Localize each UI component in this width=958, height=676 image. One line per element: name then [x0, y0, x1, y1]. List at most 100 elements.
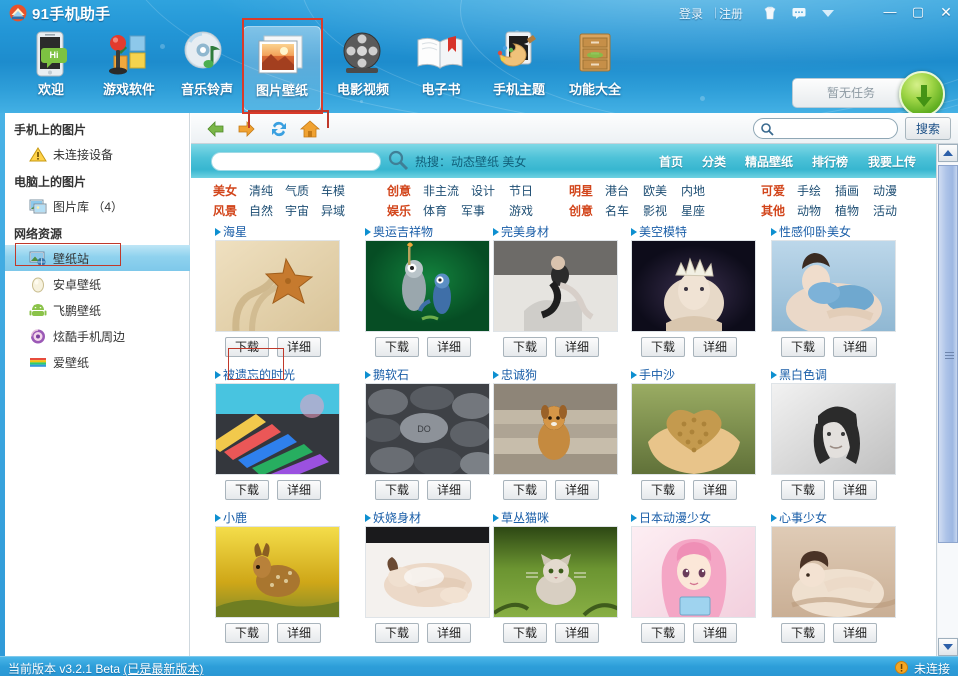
wallpaper-title[interactable]: 美空模特 — [639, 223, 687, 240]
category-head-star[interactable]: 明星 — [569, 182, 593, 199]
dropdown-icon[interactable] — [818, 3, 838, 23]
category-tag[interactable]: 动物 — [797, 202, 821, 219]
wallpaper-thumbnail[interactable] — [215, 526, 340, 618]
category-tag[interactable]: 欧美 — [643, 182, 667, 199]
message-icon[interactable] — [789, 3, 809, 23]
detail-button[interactable]: 详细 — [277, 623, 321, 643]
download-button[interactable]: 下载 — [641, 623, 685, 643]
skin-icon[interactable] — [760, 3, 780, 23]
wallpaper-thumbnail[interactable] — [631, 240, 756, 332]
scrollbar-track[interactable] — [938, 163, 958, 637]
category-tag[interactable]: 清纯 — [249, 182, 273, 199]
toolbar-item-ebook[interactable]: 电子书 — [402, 26, 480, 111]
category-tag[interactable]: 气质 — [285, 182, 309, 199]
download-button[interactable]: 下载 — [503, 480, 547, 500]
wallpaper-thumbnail[interactable] — [215, 240, 340, 332]
category-tag[interactable]: 非主流 — [423, 182, 459, 199]
minimize-button[interactable]: — — [878, 2, 902, 22]
detail-button[interactable]: 详细 — [555, 480, 599, 500]
search-icon[interactable] — [387, 149, 409, 171]
sidebar-item-no-device[interactable]: 未连接设备 — [5, 141, 190, 167]
download-button[interactable]: 下载 — [375, 623, 419, 643]
wallpaper-title[interactable]: 草丛猫咪 — [501, 509, 549, 526]
category-head-creative-2[interactable]: 创意 — [569, 202, 593, 219]
download-button[interactable]: 下载 — [225, 623, 269, 643]
browser-search-button[interactable]: 搜索 — [905, 117, 951, 140]
scroll-down-icon[interactable] — [938, 638, 958, 656]
detail-button[interactable]: 详细 — [555, 337, 599, 357]
wallpaper-title[interactable]: 小鹿 — [223, 509, 247, 526]
detail-button[interactable]: 详细 — [833, 480, 877, 500]
detail-button[interactable]: 详细 — [555, 623, 599, 643]
download-button[interactable]: 下载 — [781, 480, 825, 500]
browser-search-box[interactable] — [753, 118, 898, 139]
wallpaper-thumbnail[interactable] — [771, 240, 896, 332]
detail-button[interactable]: 详细 — [277, 337, 321, 357]
category-tag[interactable]: 节日 — [509, 182, 533, 199]
wallpaper-thumbnail[interactable] — [493, 240, 618, 332]
content-scrollbar[interactable] — [936, 144, 958, 656]
toolbar-item-games[interactable]: 游戏软件 — [90, 26, 168, 111]
refresh-icon[interactable] — [268, 119, 290, 139]
category-tag[interactable]: 动漫 — [873, 182, 897, 199]
site-search-input[interactable] — [211, 152, 381, 171]
category-head-cute[interactable]: 可爱 — [761, 182, 785, 199]
category-tag[interactable]: 植物 — [835, 202, 859, 219]
detail-button[interactable]: 详细 — [693, 480, 737, 500]
category-head-other[interactable]: 其他 — [761, 202, 785, 219]
detail-button[interactable]: 详细 — [277, 480, 321, 500]
wallpaper-title[interactable]: 日本动漫少女 — [639, 509, 711, 526]
forward-arrow-icon[interactable] — [236, 119, 258, 139]
wallpaper-title[interactable]: 性感仰卧美女 — [779, 223, 851, 240]
detail-button[interactable]: 详细 — [833, 337, 877, 357]
wallpaper-thumbnail[interactable] — [215, 383, 340, 475]
download-button[interactable]: 下载 — [375, 337, 419, 357]
sidebar-item-cool-accessories[interactable]: 炫酷手机周边 — [5, 323, 190, 349]
back-arrow-icon[interactable] — [204, 119, 226, 139]
download-orb-button[interactable] — [899, 71, 945, 113]
wallpaper-thumbnail[interactable] — [365, 240, 490, 332]
download-button[interactable]: 下载 — [503, 623, 547, 643]
scroll-up-icon[interactable] — [938, 144, 958, 162]
category-head-beauty[interactable]: 美女 — [213, 182, 237, 199]
wallpaper-title[interactable]: 奥运吉祥物 — [373, 223, 433, 240]
wallpaper-title[interactable]: 海星 — [223, 223, 247, 240]
category-tag[interactable]: 插画 — [835, 182, 859, 199]
toolbar-item-theme[interactable]: 手机主题 — [480, 26, 558, 111]
detail-button[interactable]: 详细 — [427, 337, 471, 357]
scrollbar-thumb[interactable] — [938, 165, 958, 543]
category-tag[interactable]: 星座 — [681, 202, 705, 219]
close-button[interactable]: ✕ — [934, 2, 958, 22]
category-tag[interactable]: 游戏 — [509, 202, 533, 219]
sidebar-item-wallpaper-site[interactable]: 壁纸站 — [5, 245, 190, 271]
wallpaper-thumbnail[interactable]: DO — [365, 383, 490, 475]
wallpaper-title[interactable]: 忠诚狗 — [501, 366, 537, 383]
category-tag[interactable]: 体育 — [423, 202, 447, 219]
download-button[interactable]: 下载 — [781, 623, 825, 643]
sidebar-item-picture-library[interactable]: 图片库 （4） — [5, 193, 190, 219]
download-button[interactable]: 下载 — [641, 480, 685, 500]
download-task-button[interactable]: 暂无任务 — [792, 78, 910, 108]
sidebar-item-android-wallpaper[interactable]: 安卓壁纸 — [5, 271, 190, 297]
home-icon[interactable] — [299, 119, 321, 139]
site-nav-category[interactable]: 分类 — [702, 153, 726, 170]
wallpaper-thumbnail[interactable] — [365, 526, 490, 618]
toolbar-item-music[interactable]: 音乐铃声 — [168, 26, 246, 111]
wallpaper-title[interactable]: 被遗忘的时光 — [223, 366, 295, 383]
wallpaper-thumbnail[interactable] — [493, 526, 618, 618]
wallpaper-title[interactable]: 手中沙 — [639, 366, 675, 383]
site-nav-ranking[interactable]: 排行榜 — [812, 153, 848, 170]
download-button[interactable]: 下载 — [225, 480, 269, 500]
version-note[interactable]: (已是最新版本) — [123, 662, 203, 676]
category-tag[interactable]: 名车 — [605, 202, 629, 219]
login-link[interactable]: 登录 — [679, 5, 703, 22]
category-tag[interactable]: 手绘 — [797, 182, 821, 199]
category-tag[interactable]: 内地 — [681, 182, 705, 199]
category-tag[interactable]: 自然 — [249, 202, 273, 219]
category-head-entertainment[interactable]: 娱乐 — [387, 202, 411, 219]
wallpaper-title[interactable]: 鹅软石 — [373, 366, 409, 383]
detail-button[interactable]: 详细 — [693, 623, 737, 643]
category-tag[interactable]: 异域 — [321, 202, 345, 219]
detail-button[interactable]: 详细 — [693, 337, 737, 357]
sidebar-item-feipeng-wallpaper[interactable]: 飞鹏壁纸 — [5, 297, 190, 323]
